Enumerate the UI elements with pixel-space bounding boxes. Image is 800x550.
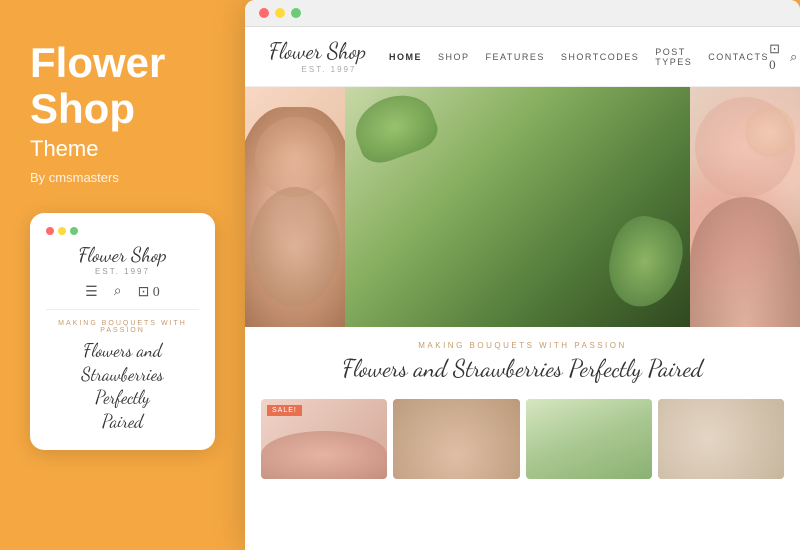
mobile-preview-card: Flower Shop EST. 1997 ☰ ⌕ ⊡ 0 Making Bou… — [30, 213, 215, 450]
theme-title: Flower Shop Theme By cmsmasters — [30, 40, 215, 185]
title-line1: Flower — [30, 40, 215, 86]
mobile-cart-icon: ⊡ 0 — [138, 284, 160, 301]
mobile-logo-sub: EST. 1997 — [46, 267, 199, 276]
search-icon[interactable]: ⌕ — [790, 49, 797, 65]
theme-subtitle: Theme — [30, 136, 215, 162]
site-logo-container: Flower Shop EST. 1997 — [269, 39, 389, 74]
product-card-1[interactable]: Sale! — [261, 399, 387, 479]
theme-author: By cmsmasters — [30, 170, 215, 185]
header-icons: ⊡ 0 ⌕ — [769, 41, 797, 73]
mobile-logo: Flower Shop — [46, 245, 199, 265]
title-line2: Shop — [30, 86, 215, 132]
nav-features[interactable]: FEATURES — [486, 52, 545, 62]
sale-badge: Sale! — [267, 405, 302, 416]
nav-home[interactable]: HOME — [389, 52, 422, 62]
hero-image-left — [245, 87, 345, 327]
site-logo[interactable]: Flower Shop — [269, 39, 389, 65]
product-card-3[interactable] — [526, 399, 652, 479]
hero-image-right — [690, 87, 800, 327]
hero-section: Wedding florist Your wedding flowers may… — [245, 87, 800, 327]
product-card-4[interactable] — [658, 399, 784, 479]
mobile-dot-yellow — [58, 227, 66, 235]
left-panel: Flower Shop Theme By cmsmasters Flower S… — [0, 0, 245, 550]
cart-icon[interactable]: ⊡ 0 — [769, 41, 780, 73]
site-header: Flower Shop EST. 1997 HOME SHOP FEATURES… — [245, 27, 800, 87]
browser-panel: Flower Shop EST. 1997 HOME SHOP FEATURES… — [245, 0, 800, 550]
browser-dot-red — [259, 8, 269, 18]
hero-center: Wedding florist Your wedding flowers may… — [345, 87, 690, 327]
mobile-heading: Flowers andStrawberriesPerfectlyPaired — [46, 340, 199, 434]
browser-content: Flower Shop EST. 1997 HOME SHOP FEATURES… — [245, 27, 800, 550]
browser-dot-yellow — [275, 8, 285, 18]
browser-dot-green — [291, 8, 301, 18]
product-row: Sale! — [245, 391, 800, 481]
mobile-dot-red — [46, 227, 54, 235]
product-card-2[interactable] — [393, 399, 519, 479]
section-heading: Flowers and Strawberries Perfectly Paire… — [269, 354, 776, 383]
browser-bar — [245, 0, 800, 27]
mobile-window-controls — [46, 227, 199, 235]
nav-shop[interactable]: SHOP — [438, 52, 470, 62]
site-nav: HOME SHOP FEATURES SHORTCODES POST TYPES… — [389, 47, 769, 67]
mobile-tagline: Making Bouquets With Passion — [46, 320, 199, 334]
section-tagline: Making Bouquets With Passion — [269, 341, 776, 350]
mobile-dot-green — [70, 227, 78, 235]
nav-contacts[interactable]: CONTACTS — [708, 52, 769, 62]
nav-post-types[interactable]: POST TYPES — [655, 47, 692, 67]
site-logo-sub: EST. 1997 — [269, 65, 389, 74]
mobile-nav-icons: ☰ ⌕ ⊡ 0 — [46, 284, 199, 310]
nav-shortcodes[interactable]: SHORTCODES — [561, 52, 639, 62]
below-hero: Making Bouquets With Passion Flowers and… — [245, 327, 800, 391]
mobile-search-icon: ⌕ — [114, 284, 122, 301]
mobile-menu-icon: ☰ — [85, 284, 98, 301]
